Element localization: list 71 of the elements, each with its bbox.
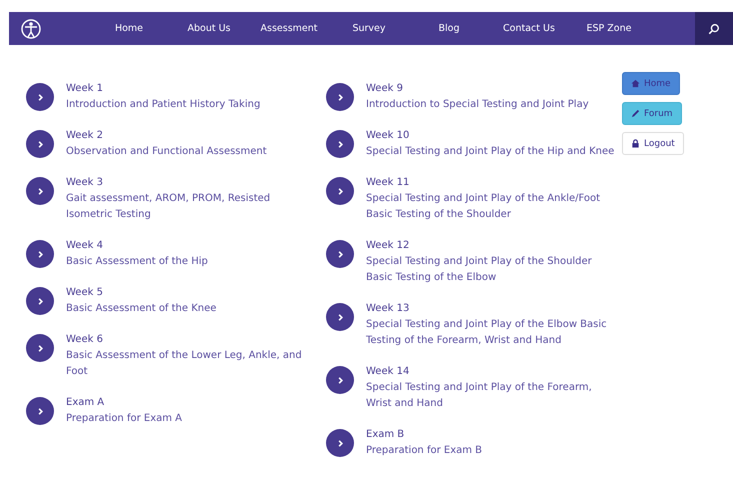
week-description: Basic Assessment of the Knee (66, 302, 218, 316)
chevron-icon (336, 140, 344, 148)
week-description: Gait assessment, AROM, PROM, Resisted Isometric Testing (66, 192, 272, 222)
week-description: Introduction to Special Testing and Joint Play (366, 98, 590, 112)
week-link[interactable]: Week 14 (366, 364, 410, 380)
arrow-button[interactable] (26, 287, 54, 315)
week-link[interactable]: Exam A (66, 395, 104, 411)
arrow-button[interactable] (26, 130, 54, 158)
week-description: Preparation for Exam A (66, 412, 184, 426)
chevron-icon (36, 92, 44, 102)
arrow-button[interactable] (326, 240, 354, 268)
week-description: Special Testing and Joint Play of the Shoulder Basic Testing of the Elbow (366, 255, 593, 285)
chevron-icon (36, 250, 44, 258)
nav-link[interactable]: About Us (169, 23, 249, 34)
week-description: Basic Assessment of the Lower Leg, Ankle, and Foot (66, 349, 303, 379)
week-description: Observation and Functional Assessment (66, 145, 268, 159)
arrow-button[interactable] (26, 83, 54, 111)
chevron-icon (336, 438, 344, 448)
arrow-button[interactable] (326, 130, 354, 158)
chevron-icon (36, 296, 44, 306)
arrow-button[interactable] (26, 177, 54, 205)
week-description: Special Testing and Joint Play of the Ankle/Foot Basic Testing of the Shoulder (366, 192, 602, 222)
week-link[interactable]: Week 5 (66, 285, 103, 301)
arrow-button[interactable] (326, 83, 354, 111)
arrow-button[interactable] (26, 397, 54, 425)
arrow-button[interactable] (326, 429, 354, 457)
chevron-icon (336, 186, 344, 196)
week-link[interactable]: Week 9 (366, 81, 403, 97)
forum-button[interactable]: Forum (622, 102, 682, 125)
house-icon (631, 79, 640, 88)
chevron-icon (36, 344, 44, 352)
arrow-button[interactable] (26, 240, 54, 268)
search-icon (708, 22, 720, 34)
logout-button[interactable]: Logout (622, 132, 684, 155)
chevron-icon (36, 406, 44, 416)
nav-link[interactable]: Home (89, 23, 169, 34)
nav-link[interactable]: Survey (329, 23, 409, 34)
week-link[interactable]: Week 4 (66, 238, 103, 254)
week-description: Introduction and Patient History Taking (66, 98, 262, 112)
logo-icon[interactable] (21, 18, 41, 38)
week-description: Basic Assessment of the Hip (66, 255, 209, 269)
week-link[interactable]: Week 13 (366, 301, 410, 317)
chevron-icon (36, 186, 44, 196)
lock-icon (631, 139, 640, 148)
week-link[interactable]: Week 1 (66, 81, 103, 97)
week-link[interactable]: Week 2 (66, 128, 103, 144)
week-description: Preparation for Exam B (366, 444, 484, 458)
arrow-button[interactable] (26, 334, 54, 362)
week-link[interactable]: Week 3 (66, 175, 103, 191)
week-description: Special Testing and Joint Play of the Forearm, Wrist and Hand (366, 381, 593, 411)
chevron-icon (36, 140, 44, 148)
week-description: Special Testing and Joint Play of the Elbow Basic Testing of the Forearm, Wrist and Hand (366, 318, 608, 348)
nav-link[interactable]: Contact Us (489, 23, 569, 34)
arrow-button[interactable] (326, 366, 354, 394)
arrow-button[interactable] (326, 177, 354, 205)
chevron-icon (336, 376, 344, 384)
search-button[interactable] (695, 12, 733, 45)
week-link[interactable]: Week 6 (66, 332, 103, 348)
pencil-icon (631, 109, 640, 118)
week-link[interactable]: Week 11 (366, 175, 410, 191)
nav-link[interactable]: ESP Zone (569, 23, 649, 34)
chevron-icon (336, 92, 344, 102)
week-description: Special Testing and Joint Play of the Hip and Knee (366, 145, 616, 159)
chevron-icon (336, 250, 344, 258)
week-link[interactable]: Week 10 (366, 128, 410, 144)
week-link[interactable]: Week 12 (366, 238, 410, 254)
week-link[interactable]: Exam B (366, 427, 404, 443)
chevron-icon (336, 312, 344, 322)
nav-link[interactable]: Blog (409, 23, 489, 34)
arrow-button[interactable] (326, 303, 354, 331)
nav-link[interactable]: Assessment (249, 23, 329, 34)
